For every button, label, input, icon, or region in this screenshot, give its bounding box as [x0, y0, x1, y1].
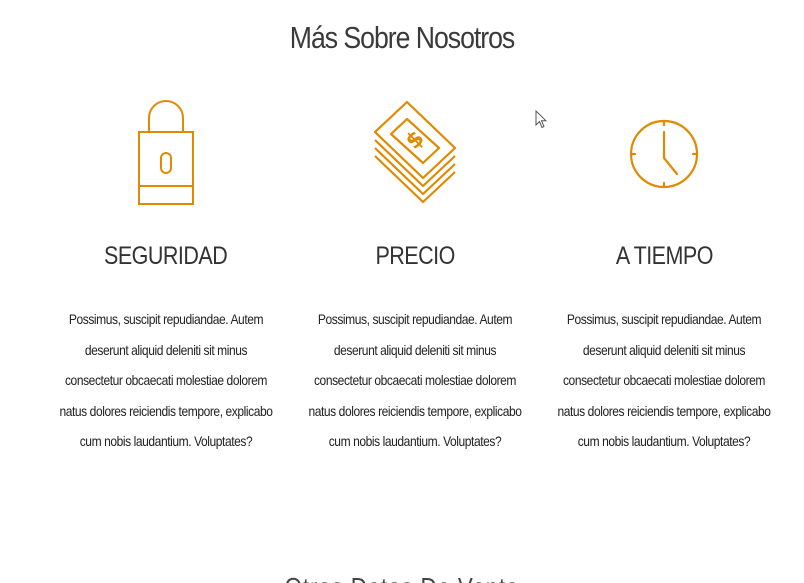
description-line: deserunt aliquid deleniti sit minus [84, 341, 248, 358]
description-line: Possimus, suscipit repudiandae. Autem [68, 311, 264, 327]
feature-seguridad: SEGURIDAD Possimus, suscipit repudiandae… [42, 92, 290, 457]
feature-description: Possimus, suscipit repudiandae. Autem de… [540, 304, 788, 457]
clock-icon [614, 92, 714, 208]
feature-precio: $ PRECIO Possimus, suscipit repudiandae.… [291, 92, 539, 457]
feature-title: PRECIO [375, 242, 455, 270]
description-line: Possimus, suscipit repudiandae. Autem [317, 311, 513, 327]
features-row: SEGURIDAD Possimus, suscipit repudiandae… [42, 92, 788, 457]
mouse-cursor-icon [535, 110, 547, 129]
description-line: cum nobis laudantium. Voluptates? [328, 433, 502, 449]
description-line: cum nobis laudantium. Voluptates? [79, 433, 253, 449]
svg-text:$: $ [401, 126, 430, 155]
description-line: consectetur obcaecati molestiae dolorem [64, 372, 268, 388]
section-title: Más Sobre Nosotros [289, 20, 515, 55]
description-line: consectetur obcaecati molestiae dolorem [562, 372, 766, 388]
description-line: natus dolores reiciendis tempore, explic… [557, 402, 771, 419]
feature-description: Possimus, suscipit repudiandae. Autem de… [42, 304, 290, 457]
description-line: deserunt aliquid deleniti sit minus [582, 341, 746, 358]
padlock-icon [116, 92, 216, 208]
feature-a-tiempo: A TIEMPO Possimus, suscipit repudiandae.… [540, 92, 788, 457]
feature-description: Possimus, suscipit repudiandae. Autem de… [291, 304, 539, 457]
description-line: natus dolores reiciendis tempore, explic… [308, 402, 522, 419]
feature-title: A TIEMPO [615, 242, 713, 270]
description-line: consectetur obcaecati molestiae dolorem [313, 372, 517, 388]
description-line: Possimus, suscipit repudiandae. Autem [566, 311, 762, 327]
description-line: cum nobis laudantium. Voluptates? [577, 433, 751, 449]
description-line: deserunt aliquid deleniti sit minus [333, 341, 497, 358]
next-section-title: Otros Datos De Venta [56, 572, 747, 583]
money-stack-icon: $ [365, 92, 465, 208]
description-line: natus dolores reiciendis tempore, explic… [59, 402, 273, 419]
feature-title: SEGURIDAD [104, 242, 228, 270]
